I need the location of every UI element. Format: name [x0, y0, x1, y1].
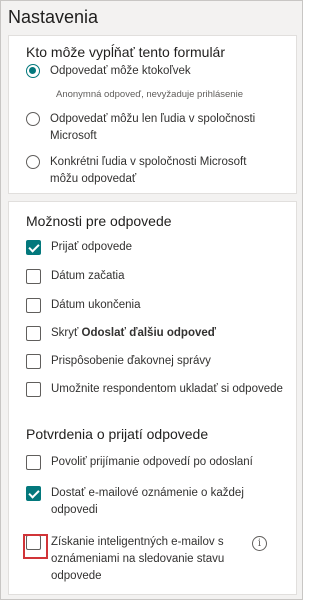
allow-save-responses-label: Umožnite respondentom ukladať si odpoved…: [51, 383, 283, 395]
end-date[interactable]: Dátum ukončenia: [26, 297, 141, 314]
response-options-title: Možnosti pre odpovede: [26, 213, 172, 229]
accept-responses[interactable]: Prijať odpovede: [26, 239, 132, 256]
receipt-title: Potvrdenia o prijatí odpovede: [26, 426, 209, 442]
option-anyone[interactable]: Odpovedať môže ktokoľvek: [26, 63, 191, 80]
smart-email-label: Získanie inteligentných e-mailov s oznám…: [51, 536, 225, 582]
hide-submit-another-checkbox[interactable]: [26, 326, 41, 341]
option-specific-people[interactable]: Konkrétni ľudia v spoločnosti Microsoft …: [26, 154, 276, 188]
radio-anyone[interactable]: [26, 64, 40, 78]
option-anyone-label: Odpovedať môže ktokoľvek: [50, 65, 191, 77]
customize-thank-you-checkbox[interactable]: [26, 354, 41, 369]
start-date[interactable]: Dátum začatia: [26, 268, 125, 285]
panel-title: Nastavenia: [8, 7, 99, 27]
info-icon[interactable]: i: [252, 536, 267, 551]
allow-receipt[interactable]: Povoliť prijímanie odpovedí po odoslaní: [26, 454, 253, 471]
settings-panel: Nastavenia Kto môže vypĺňať tento formul…: [0, 0, 303, 600]
who-can-fill-title: Kto môže vypĺňať tento formulár: [26, 44, 226, 60]
option-org-only-label: Odpovedať môžu len ľudia v spoločnosti M…: [50, 113, 256, 142]
hide-submit-another-prefix: Skryť: [51, 327, 82, 339]
allow-receipt-checkbox[interactable]: [26, 455, 41, 470]
option-org-only[interactable]: Odpovedať môžu len ľudia v spoločnosti M…: [26, 111, 276, 145]
end-date-checkbox[interactable]: [26, 298, 41, 313]
accept-responses-label: Prijať odpovede: [51, 241, 133, 253]
customize-thank-you[interactable]: Prispôsobenie ďakovnej správy: [26, 353, 211, 370]
hide-submit-another[interactable]: Skryť Odoslať ďalšiu odpoveď: [26, 325, 216, 342]
hide-submit-another-bold: Odoslať ďalšiu odpoveď: [81, 327, 217, 339]
email-notification-label: Dostať e-mailové oznámenie o každej odpo…: [51, 487, 244, 516]
start-date-checkbox[interactable]: [26, 269, 41, 284]
smart-email-notification[interactable]: Získanie inteligentných e-mailov s oznám…: [26, 534, 246, 585]
response-options-card: Možnosti pre odpovede Prijať odpovede Dá…: [8, 201, 297, 595]
who-can-fill-card: Kto môže vypĺňať tento formulár Odpoveda…: [8, 35, 297, 194]
customize-thank-you-label: Prispôsobenie ďakovnej správy: [51, 355, 211, 367]
anonymous-hint: Anonymná odpoveď, nevyžaduje prihlásenie: [56, 89, 243, 100]
email-notification[interactable]: Dostať e-mailové oznámenie o každej odpo…: [26, 485, 266, 519]
end-date-label: Dátum ukončenia: [51, 299, 141, 311]
radio-specific-people[interactable]: [26, 155, 40, 169]
email-notification-checkbox[interactable]: [26, 486, 41, 501]
accept-responses-checkbox[interactable]: [26, 240, 41, 255]
start-date-label: Dátum začatia: [51, 270, 125, 282]
hide-submit-another-label: Skryť Odoslať ďalšiu odpoveď: [51, 325, 216, 342]
allow-save-responses[interactable]: Umožnite respondentom ukladať si odpoved…: [26, 381, 283, 398]
radio-org-only[interactable]: [26, 112, 40, 126]
allow-receipt-label: Povoliť prijímanie odpovedí po odoslaní: [51, 456, 253, 468]
allow-save-responses-checkbox[interactable]: [26, 382, 41, 397]
option-specific-people-label: Konkrétni ľudia v spoločnosti Microsoft …: [50, 156, 247, 185]
smart-email-highlight-box: [23, 534, 48, 559]
